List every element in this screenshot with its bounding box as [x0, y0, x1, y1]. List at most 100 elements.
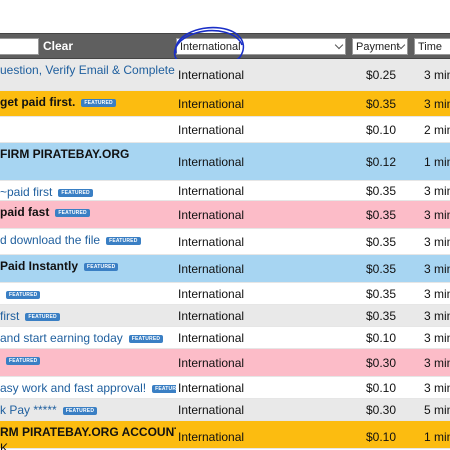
- table-row[interactable]: International $0.10 2 min: [0, 117, 450, 143]
- featured-badge: FEATURED: [25, 312, 60, 321]
- task-title-link[interactable]: first FEATURED: [0, 309, 176, 323]
- table-row[interactable]: asy work and fast approval! FEATUREDInter…: [0, 377, 450, 399]
- task-title-text: k Pay *****: [0, 403, 57, 417]
- country-cell: International: [178, 356, 245, 370]
- country-cell: International: [178, 287, 245, 301]
- time-cell: 3 min: [424, 331, 450, 345]
- time-cell: 3 min: [424, 356, 450, 370]
- table-row[interactable]: d download the file FEATURED International…: [0, 229, 450, 255]
- time-cell: 2 min: [424, 123, 450, 137]
- table-row[interactable]: first FEATURED International $0.35 3 min: [0, 305, 450, 327]
- task-title-text: and start earning today: [0, 331, 123, 345]
- country-cell: International: [178, 381, 245, 395]
- time-cell: 3 min: [424, 381, 450, 395]
- country-cell: International: [178, 155, 245, 169]
- task-title-link[interactable]: uestion, Verify Email & Complete: [0, 63, 176, 77]
- table-row[interactable]: FEATURED International $0.30 3 min: [0, 349, 450, 377]
- country-cell: International: [178, 123, 245, 137]
- country-cell: International: [178, 68, 245, 82]
- task-title-link[interactable]: paid fast FEATURED: [0, 205, 176, 219]
- time-cell: 3 min: [424, 184, 450, 198]
- time-filter-select[interactable]: Time: [414, 38, 450, 55]
- time-cell: 3 min: [424, 208, 450, 222]
- payment-cell: $0.25: [365, 68, 396, 82]
- chevron-down-icon: [334, 40, 344, 50]
- payment-cell: $0.35: [365, 184, 396, 198]
- country-cell: International: [178, 208, 245, 222]
- task-title-link[interactable]: asy work and fast approval! FEATURED: [0, 381, 176, 395]
- task-title-text: ~paid first: [0, 185, 53, 199]
- country-cell: International: [178, 184, 245, 198]
- featured-badge: FEATURED: [62, 406, 98, 415]
- task-title-link[interactable]: FEATURED: [0, 287, 176, 301]
- table-row[interactable]: uestion, Verify Email & Complete Internat…: [0, 59, 450, 91]
- payment-filter-select[interactable]: Payment: [352, 38, 408, 55]
- table-row[interactable]: get paid first. FEATURED International $0.3…: [0, 91, 450, 117]
- task-title-text: uestion, Verify Email & Complete: [0, 63, 175, 77]
- payment-cell: $0.30: [365, 356, 396, 370]
- time-cell: 3 min: [424, 287, 450, 301]
- time-cell: 3 min: [424, 309, 450, 323]
- task-title-link[interactable]: FEATURED: [0, 353, 176, 367]
- table-row[interactable]: and start earning today FEATURED Internati…: [0, 327, 450, 349]
- table-row[interactable]: RM PIRATEBAY.ORG ACCOUNTSFEATURED K Intern…: [0, 421, 450, 450]
- task-title-text: asy work and fast approval!: [0, 381, 147, 395]
- task-title-text: RM PIRATEBAY.ORG ACCOUNTS: [0, 425, 176, 439]
- time-cell: 3 min: [424, 235, 450, 249]
- task-table: uestion, Verify Email & Complete Internat…: [0, 59, 450, 450]
- time-filter-value: Time: [418, 41, 443, 53]
- clear-button[interactable]: Clear: [43, 39, 73, 53]
- featured-badge: FEATURED: [6, 356, 41, 365]
- task-title-link[interactable]: k Pay ***** FEATURED: [0, 403, 176, 417]
- payment-cell: $0.10: [365, 430, 396, 444]
- featured-badge: FEATURED: [55, 208, 90, 217]
- task-title-text: get paid first.: [0, 95, 76, 109]
- payment-cell: $0.30: [365, 403, 396, 417]
- payment-cell: $0.35: [365, 309, 396, 323]
- featured-badge: FEATURED: [6, 290, 41, 299]
- country-cell: International: [178, 403, 245, 417]
- task-title-text: FIRM PIRATEBAY.ORG: [0, 147, 130, 161]
- task-title-link[interactable]: ~paid first FEATURED: [0, 185, 176, 199]
- task-title-link[interactable]: d download the file FEATURED: [0, 233, 176, 247]
- payment-cell: $0.35: [365, 287, 396, 301]
- table-row[interactable]: FEATURED International $0.35 3 min: [0, 283, 450, 305]
- payment-cell: $0.10: [365, 331, 396, 345]
- time-cell: 3 min: [424, 262, 450, 276]
- task-title-text: d download the file: [0, 233, 101, 247]
- table-row[interactable]: paid fast FEATURED International $0.35 3 min: [0, 201, 450, 229]
- country-cell: International: [178, 97, 245, 111]
- time-cell: 1 min: [424, 430, 450, 444]
- payment-cell: $0.12: [365, 155, 396, 169]
- country-filter-select[interactable]: International: [176, 38, 346, 55]
- payment-cell: $0.35: [365, 262, 396, 276]
- task-title-text: first: [0, 309, 20, 323]
- task-title-link[interactable]: Paid Instantly FEATURED: [0, 259, 176, 273]
- task-title-link[interactable]: and start earning today FEATURED: [0, 331, 176, 345]
- featured-badge: FEATURED: [128, 334, 164, 343]
- filter-bar: Clear International Payment Time: [0, 33, 450, 59]
- country-filter-value: International: [180, 41, 241, 53]
- payment-cell: $0.35: [365, 208, 396, 222]
- featured-badge: FEATURED: [58, 188, 93, 197]
- task-title-continued: K: [0, 441, 9, 450]
- table-row[interactable]: FIRM PIRATEBAY.ORG International $0.12 1 mi…: [0, 143, 450, 181]
- task-title-link[interactable]: FIRM PIRATEBAY.ORG: [0, 147, 176, 161]
- payment-cell: $0.35: [365, 235, 396, 249]
- country-cell: International: [178, 262, 245, 276]
- time-cell: 3 min: [424, 68, 450, 82]
- task-title-link[interactable]: RM PIRATEBAY.ORG ACCOUNTSFEATURED: [0, 425, 176, 439]
- task-title-text: Paid Instantly: [0, 259, 79, 273]
- table-row[interactable]: ~paid first FEATURED International $0.35 3 m…: [0, 181, 450, 201]
- country-cell: International: [178, 309, 245, 323]
- payment-cell: $0.10: [365, 381, 396, 395]
- featured-badge: FEATURED: [106, 236, 141, 245]
- table-row[interactable]: Paid Instantly FEATURED International $0.35…: [0, 255, 450, 283]
- country-cell: International: [178, 331, 245, 345]
- table-row[interactable]: k Pay ***** FEATURED International $0.30 5 m…: [0, 399, 450, 421]
- search-input[interactable]: [0, 38, 39, 55]
- task-title-link[interactable]: get paid first. FEATURED: [0, 95, 176, 109]
- time-cell: 1 min: [424, 155, 450, 169]
- time-cell: 5 min: [424, 403, 450, 417]
- country-cell: International: [178, 235, 245, 249]
